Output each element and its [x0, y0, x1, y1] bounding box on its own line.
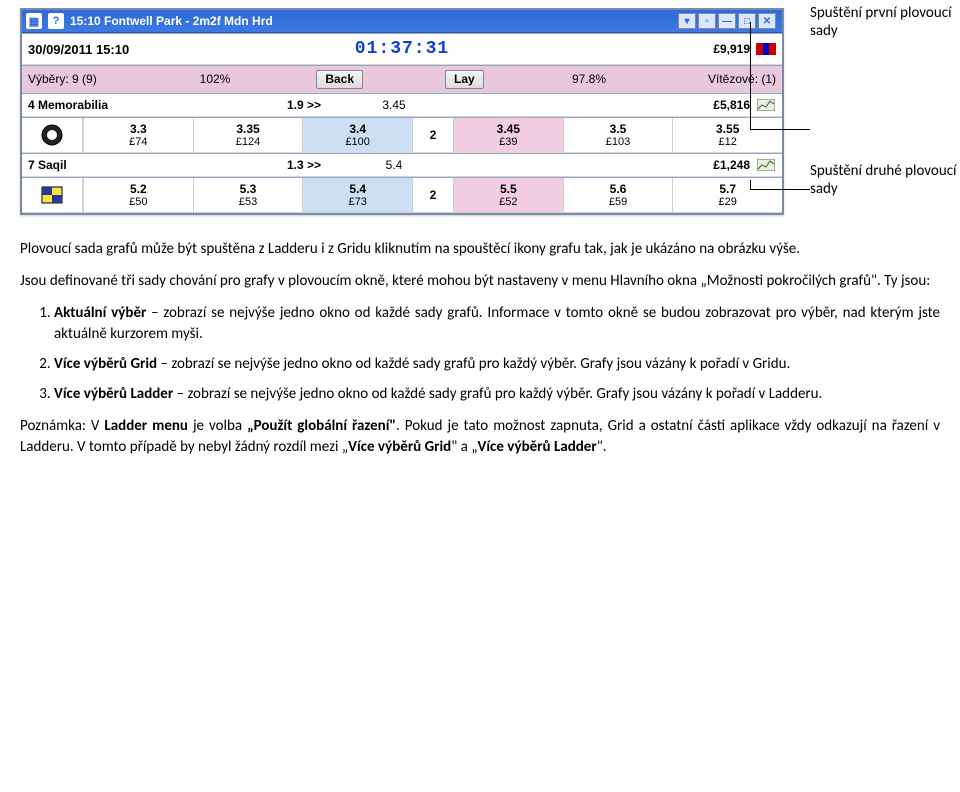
runner-lay-price: 5.4 [349, 158, 439, 172]
price-cell[interactable]: 5.3£53 [193, 178, 303, 212]
help-icon[interactable]: ? [48, 13, 64, 29]
numbered-list: Aktuální výběr – zobrazí se nejvýše jedn… [54, 303, 940, 406]
price-cell[interactable]: 5.7£29 [672, 178, 782, 212]
window-titlebar[interactable]: ▦ ? 15:10 Fontwell Park - 2m2f Mdn Hrd ▾… [22, 10, 782, 33]
window-maximize[interactable]: □ [738, 13, 756, 29]
paragraph: Jsou definované tři sady chování pro gra… [20, 271, 940, 293]
winners-count: Vítězové: (1) [651, 72, 776, 86]
price-cell[interactable]: 5.2£50 [83, 178, 193, 212]
window-title: 15:10 Fontwell Park - 2m2f Mdn Hrd [70, 14, 672, 28]
back-price-cell[interactable]: 3.4£100 [302, 118, 412, 152]
window-button-1[interactable]: ▾ [678, 13, 696, 29]
list-item: Více výběrů Ladder – zobrazí se nejvýše … [54, 384, 940, 406]
price-cell[interactable]: 3.3£74 [83, 118, 193, 152]
runner-back-price: 1.3 >> [259, 158, 349, 172]
betting-grid: ▦ ? 15:10 Fontwell Park - 2m2f Mdn Hrd ▾… [20, 8, 784, 215]
price-cell[interactable]: 3.35£124 [193, 118, 303, 152]
price-cell[interactable]: 5.6£59 [563, 178, 673, 212]
selections-count: Výběry: 9 (9) [28, 72, 153, 86]
event-info-row: 30/09/2011 15:10 01:37:31 £9,919 [22, 33, 782, 65]
runner-prices-row: 5.2£50 5.3£53 5.4£73 2 5.5£52 5.6£59 5.7… [22, 177, 782, 213]
runner-back-price: 1.9 >> [259, 98, 349, 112]
chart-launch-icon[interactable] [756, 98, 776, 112]
list-item: Více výběrů Grid – zobrazí se nejvýše je… [54, 354, 940, 376]
runner-prices-row: 3.3£74 3.35£124 3.4£100 2 3.45£39 3.5£10… [22, 117, 782, 153]
price-cell[interactable]: 3.55£12 [672, 118, 782, 152]
flag-icon [756, 43, 776, 55]
event-datetime: 30/09/2011 15:10 [28, 42, 355, 57]
matched-total: £9,919 [713, 42, 750, 56]
stake-cell[interactable]: 2 [412, 118, 453, 152]
runner-header-row: 4 Memorabilia 1.9 >> 3.45 £5,816 [22, 93, 782, 117]
runner-header-row: 7 Saqil 1.3 >> 5.4 £1,248 [22, 153, 782, 177]
annotation-second-set: Spuštění druhé plovoucí sady [810, 162, 957, 198]
lay-price-cell[interactable]: 5.5£52 [453, 178, 563, 212]
annotation-first-set: Spuštění první plovoucí sady [810, 4, 952, 40]
lay-percentage: 97.8% [527, 72, 652, 86]
runner-lay-price: 3.45 [349, 98, 439, 112]
window-close[interactable]: ✕ [758, 13, 776, 29]
runner-matched: £5,816 [670, 98, 750, 112]
back-header-button[interactable]: Back [316, 70, 363, 89]
lay-price-cell[interactable]: 3.45£39 [453, 118, 563, 152]
paragraph: Plovoucí sada grafů může být spuštěna z … [20, 239, 940, 261]
stake-cell[interactable]: 2 [412, 178, 453, 212]
price-cell[interactable]: 3.5£103 [563, 118, 673, 152]
stats-row: Výběry: 9 (9) 102% Back Lay 97.8% Vítězo… [22, 65, 782, 93]
lay-header-button[interactable]: Lay [445, 70, 484, 89]
window-button-2[interactable]: ▫ [698, 13, 716, 29]
runner-name: 7 Saqil [28, 158, 259, 172]
paragraph-note: Poznámka: V Ladder menu je volba „Použít… [20, 416, 940, 460]
silk-icon [22, 118, 83, 152]
silk-icon [22, 178, 83, 212]
back-percentage: 102% [153, 72, 278, 86]
countdown-clock: 01:37:31 [355, 39, 449, 59]
runner-matched: £1,248 [670, 158, 750, 172]
back-price-cell[interactable]: 5.4£73 [302, 178, 412, 212]
list-item: Aktuální výběr – zobrazí se nejvýše jedn… [54, 303, 940, 347]
window-minimize[interactable]: — [718, 13, 736, 29]
runner-name: 4 Memorabilia [28, 98, 259, 112]
app-icon: ▦ [26, 13, 42, 29]
chart-launch-icon[interactable] [756, 158, 776, 172]
